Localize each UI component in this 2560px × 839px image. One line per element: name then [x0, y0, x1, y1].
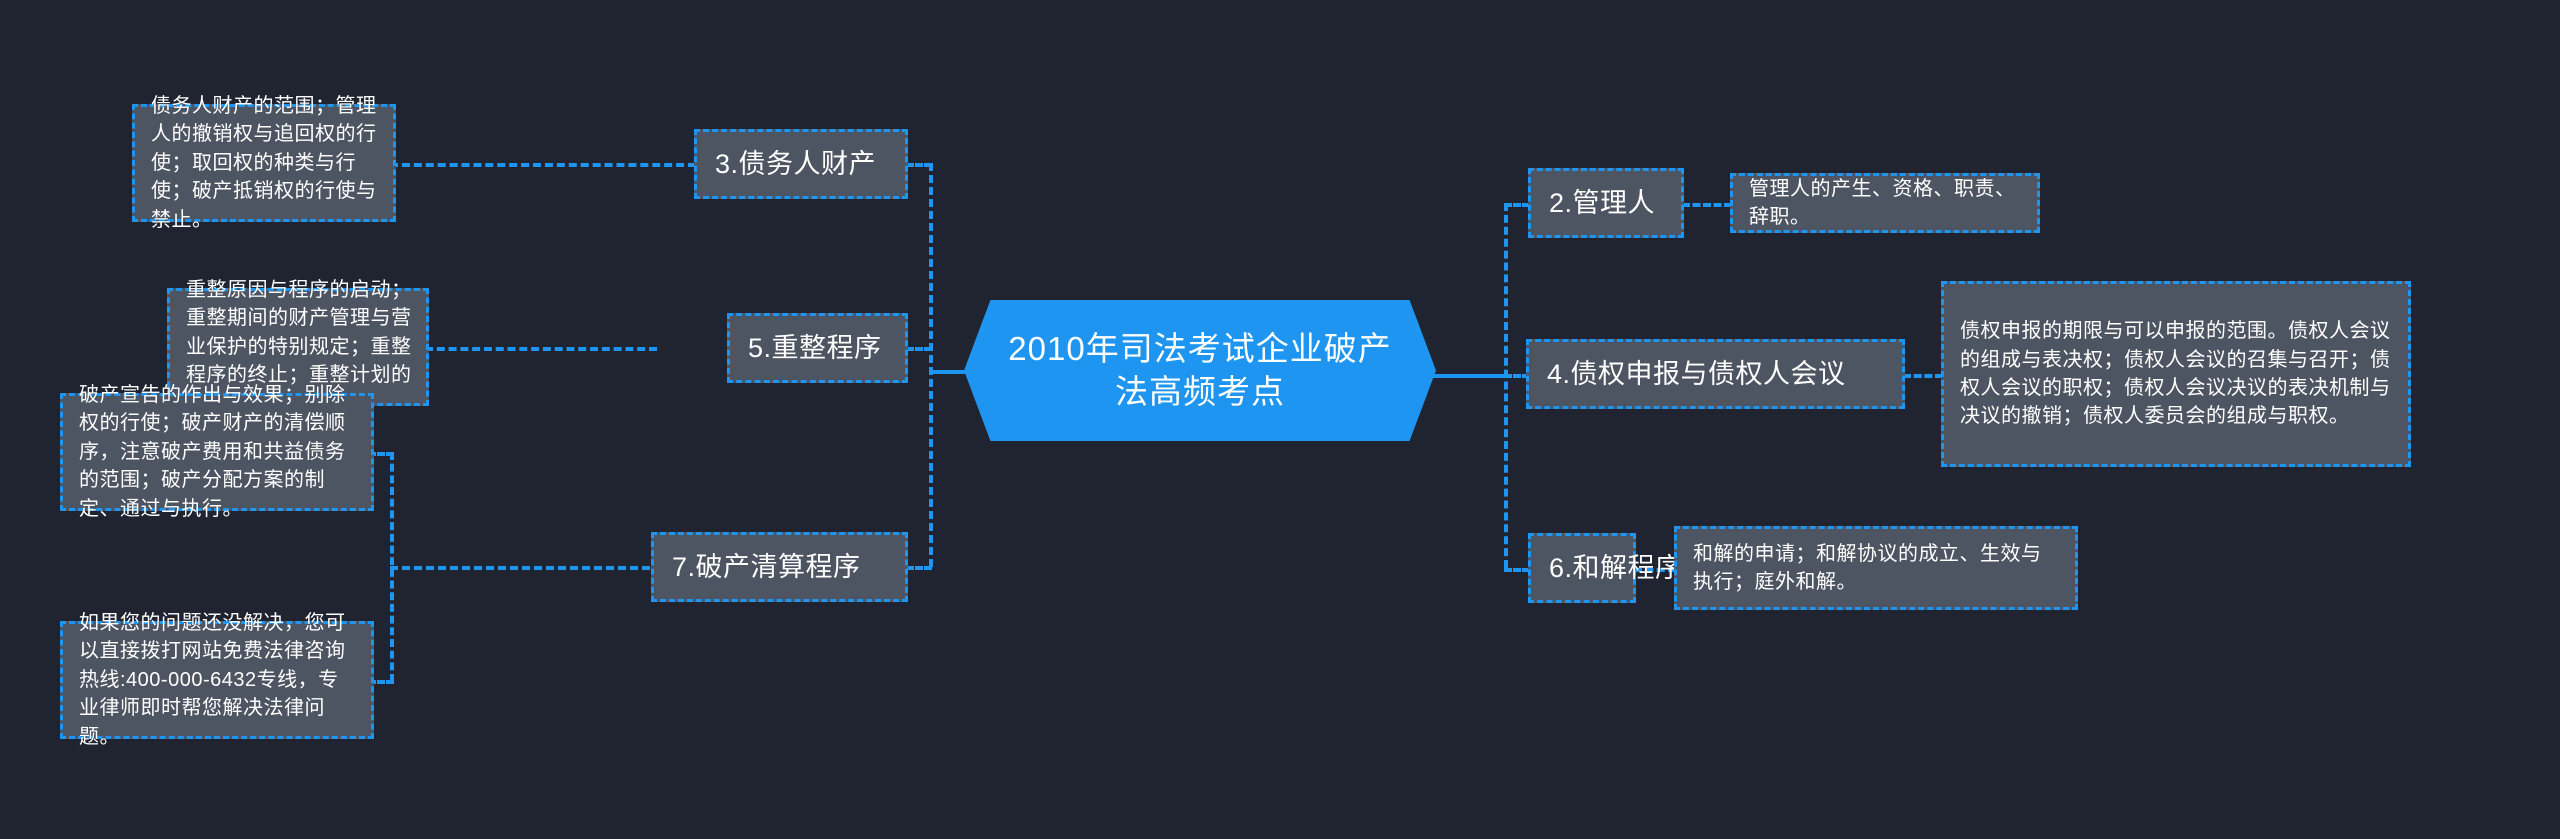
detail-text: 如果您的问题还没解决，您可以直接拨打网站免费法律咨询热线:400-000-643… [79, 612, 346, 748]
detail-box-hotline[interactable]: 如果您的问题还没解决，您可以直接拨打网站免费法律咨询热线:400-000-643… [60, 612, 374, 748]
detail-text: 债务人财产的范围；管理人的撤销权与追回权的行使；取回权的种类与行使；破产抵销权的… [151, 95, 377, 231]
topic-label: 4.债权申报与债权人会议 [1547, 358, 1846, 389]
center-topic-label: 2010年司法考试企业破产法高频考点 [1008, 330, 1392, 410]
center-topic-node[interactable]: 2010年司法考试企业破产法高频考点 [964, 300, 1436, 441]
connector-spine-to-topic7 [906, 566, 932, 570]
detail-text: 破产宣告的作出与效果；别除权的行使；破产财产的清偿顺序，注意破产费用和共益债务的… [79, 384, 346, 520]
connector-spine-to-topic5 [906, 347, 932, 351]
detail-box-debtor-property[interactable]: 债务人财产的范围；管理人的撤销权与追回权的行使；取回权的种类与行使；破产抵销权的… [132, 95, 396, 231]
topic-node-liquidation[interactable]: 7.破产清算程序 [651, 532, 908, 602]
topic-node-claims-and-creditors-meeting[interactable]: 4.债权申报与债权人会议 [1526, 339, 1905, 409]
connector-spine-to-topic6 [1504, 568, 1530, 572]
topic-node-administrator[interactable]: 2.管理人 [1528, 168, 1684, 238]
topic-node-reorganization[interactable]: 5.重整程序 [727, 313, 908, 383]
connector-topic2-to-detail [1682, 203, 1732, 207]
detail-text: 债权申报的期限与可以申报的范围。债权人会议的组成与表决权；债权人会议的召集与召开… [1960, 320, 2391, 428]
topic-node-debtor-property[interactable]: 3.债务人财产 [694, 129, 908, 199]
topic-label: 6.和解程序 [1549, 552, 1683, 583]
connector-topic4-to-detail [1903, 374, 1943, 378]
right-trunk-to-center-connector [1428, 374, 1508, 378]
topic-node-reconciliation[interactable]: 6.和解程序 [1528, 533, 1682, 603]
detail7-spine-line [390, 452, 394, 682]
connector-topic7-to-detail-spine [390, 566, 650, 570]
topic-label: 3.债务人财产 [715, 148, 877, 179]
left-trunk-line [929, 163, 933, 567]
connector-spine-to-topic3 [906, 163, 932, 167]
detail-box-claims-and-creditors-meeting[interactable]: 债权申报的期限与可以申报的范围。债权人会议的组成与表决权；债权人会议的召集与召开… [1941, 281, 2411, 467]
topic-label: 7.破产清算程序 [672, 551, 861, 582]
topic-label: 2.管理人 [1549, 187, 1656, 218]
detail-box-reconciliation[interactable]: 和解的申请；和解协议的成立、生效与执行；庭外和解。 [1674, 526, 2078, 610]
detail-box-administrator[interactable]: 管理人的产生、资格、职责、辞职。 [1730, 173, 2040, 233]
detail-box-liquidation[interactable]: 破产宣告的作出与效果；别除权的行使；破产财产的清偿顺序，注意破产费用和共益债务的… [60, 384, 374, 520]
connector-topic3-to-detail [390, 163, 696, 167]
connector-spine-to-topic2 [1504, 203, 1530, 207]
right-trunk-line [1504, 203, 1508, 568]
detail-text: 和解的申请；和解协议的成立、生效与执行；庭外和解。 [1693, 542, 2042, 593]
detail-text: 管理人的产生、资格、职责、辞职。 [1749, 177, 2016, 228]
connector-topic5-to-detail [425, 347, 657, 351]
mindmap-canvas: 2010年司法考试企业破产法高频考点 债务人财产的范围；管理人的撤销权与追回权的… [0, 0, 2560, 839]
topic-label: 5.重整程序 [748, 332, 882, 363]
